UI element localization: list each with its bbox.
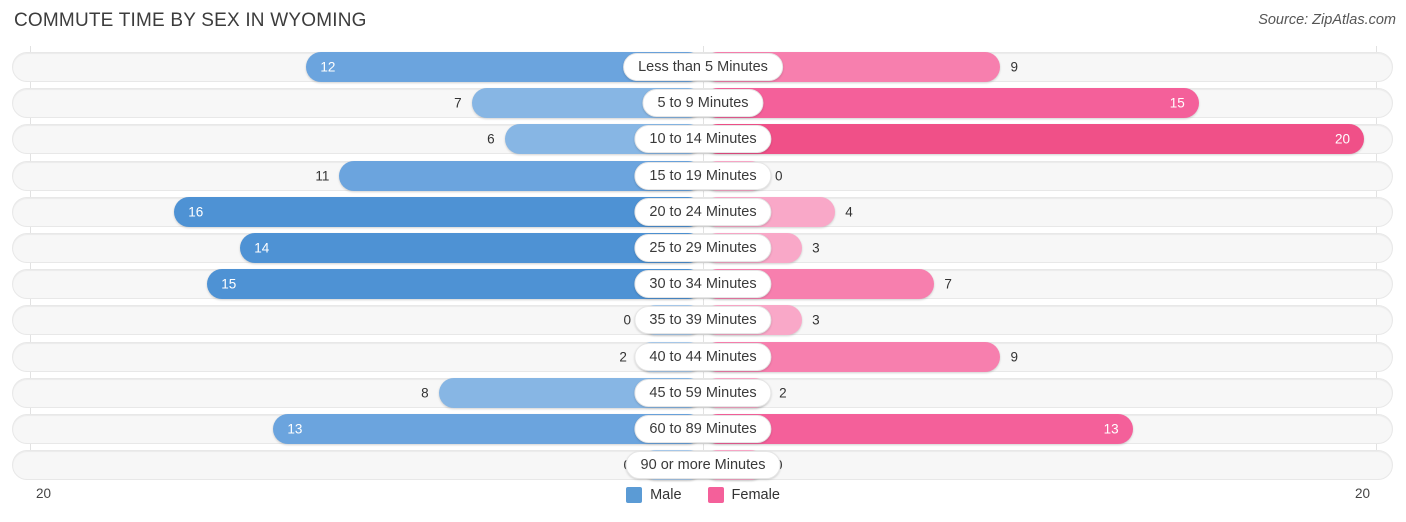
chart-header: COMMUTE TIME BY SEX IN WYOMING Source: Z…	[0, 0, 1406, 46]
chart-legend: Male Female	[0, 487, 1406, 503]
legend-swatch-icon	[707, 487, 724, 503]
bar-value-male: 7	[454, 95, 462, 111]
category-label: 90 or more Minutes	[625, 451, 781, 480]
bar-value-male: 0	[623, 312, 631, 328]
bar-value-female: 3	[812, 240, 820, 256]
bar-female[interactable]: 20	[703, 124, 1364, 155]
bar-value-female: 20	[1334, 131, 1350, 147]
legend-item[interactable]: Male	[626, 487, 682, 503]
diverging-bar-chart: 12 9 Less than 5 Minutes 7 15 5 to 9 Minutes 6…	[0, 46, 1406, 481]
category-label: 30 to 34 Minutes	[634, 270, 772, 299]
category-label: 25 to 29 Minutes	[634, 234, 772, 262]
category-label: 35 to 39 Minutes	[634, 306, 772, 335]
bar-value-female: 4	[845, 204, 853, 220]
legend-label: Male	[650, 487, 682, 503]
bar-value-female: 9	[1010, 349, 1018, 365]
bar-value-male: 2	[619, 349, 627, 365]
category-label: 5 to 9 Minutes	[642, 89, 764, 118]
bar-value-male: 8	[421, 385, 429, 401]
bar-male[interactable]: 16	[174, 196, 703, 227]
category-label: 40 to 44 Minutes	[634, 342, 772, 371]
bar-value-male: 11	[315, 168, 330, 184]
source-label: Source: ZipAtlas.com	[1258, 12, 1396, 28]
category-label: 20 to 24 Minutes	[634, 197, 772, 226]
bar-value-male: 14	[254, 240, 270, 256]
bar-value-male: 6	[487, 131, 495, 147]
bar-value-female: 9	[1010, 59, 1018, 75]
bar-value-female: 13	[1103, 421, 1119, 437]
bar-value-female: 7	[944, 276, 952, 292]
bar-value-female: 2	[779, 385, 787, 401]
category-label: 10 to 14 Minutes	[634, 125, 772, 154]
bar-value-male: 16	[188, 204, 204, 220]
bar-value-female: 15	[1169, 95, 1185, 111]
legend-item[interactable]: Female	[707, 487, 780, 503]
bar-value-male: 13	[287, 421, 303, 437]
bar-value-female: 3	[812, 312, 820, 328]
category-label: 60 to 89 Minutes	[634, 415, 772, 443]
bar-female[interactable]: 15	[703, 88, 1199, 119]
bar-male[interactable]: 15	[207, 269, 703, 300]
category-label: 15 to 19 Minutes	[634, 161, 772, 190]
bar-value-female: 0	[775, 168, 783, 184]
legend-swatch-icon	[626, 487, 643, 503]
bar-value-male: 12	[320, 59, 336, 75]
legend-label: Female	[731, 487, 780, 503]
bar-value-male: 15	[221, 276, 237, 292]
category-label: Less than 5 Minutes	[623, 53, 783, 81]
category-label: 45 to 59 Minutes	[634, 378, 772, 407]
chart-footer: 20 20 Male Female	[0, 480, 1406, 522]
page-title: COMMUTE TIME BY SEX IN WYOMING	[14, 10, 367, 31]
